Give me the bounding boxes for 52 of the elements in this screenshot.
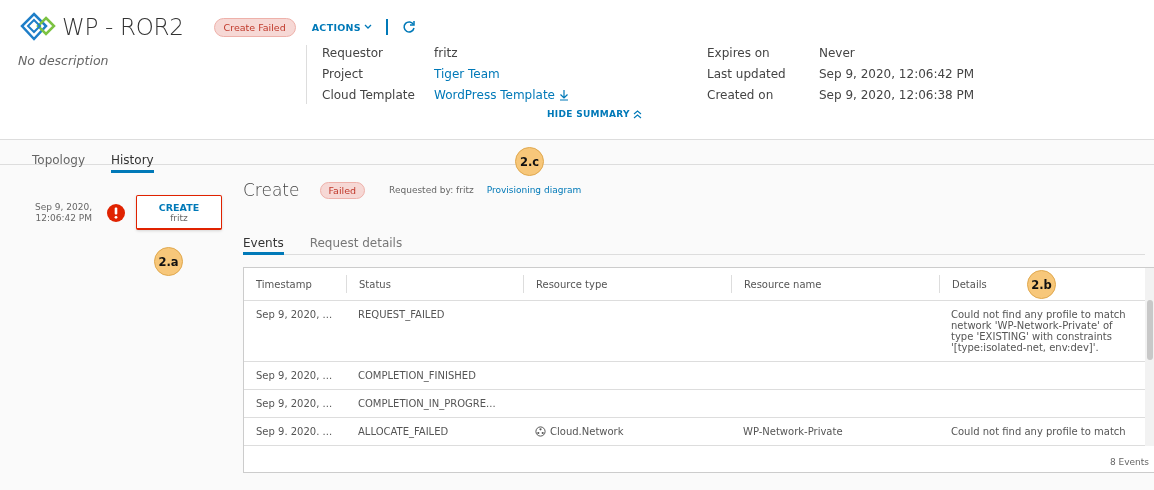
table-cell-text: REQUEST_FAILED xyxy=(357,308,446,323)
summary-value: fritz xyxy=(434,45,458,62)
table-cell: Cloud.Network xyxy=(550,426,624,437)
refresh-icon[interactable] xyxy=(401,20,416,34)
event-card[interactable]: CREATE fritz xyxy=(136,195,222,230)
table-cell-text: Sep 9, 2020, ... xyxy=(255,308,334,322)
event-count: 8 Events xyxy=(1109,457,1149,467)
annotation-badge: 2.b xyxy=(1027,270,1056,299)
annotation-badge: 2.c xyxy=(515,147,544,176)
table-cell-text: Sep 9, 2020, ... xyxy=(255,369,334,383)
summary-label: Last updated xyxy=(707,66,786,83)
table-cell-text: COMPLETION_IN_PROGRE... xyxy=(357,397,497,412)
table-cell-text: Sep 9. 2020. ... xyxy=(255,425,334,439)
status-badge: Failed xyxy=(319,181,366,199)
actions-menu-button[interactable]: ACTIONS xyxy=(311,21,372,33)
table-cell-text: Sep 9, 2020, ... xyxy=(255,397,334,411)
caret-icon xyxy=(364,24,372,30)
tab[interactable]: History xyxy=(111,149,154,173)
summary-label: Project xyxy=(322,66,364,83)
provisioning-diagram-link[interactable]: Provisioning diagram xyxy=(486,185,582,195)
summary-value: Never xyxy=(819,45,855,62)
table-cell-text: Could not find any profile to match xyxy=(950,425,1127,439)
download-icon[interactable] xyxy=(558,89,569,101)
summary-link[interactable]: Tiger Team xyxy=(434,66,500,83)
hide-summary-button[interactable]: HIDE SUMMARY xyxy=(547,109,642,119)
status-badge: Create Failed xyxy=(213,17,296,37)
summary-value: Sep 9, 2020, 12:06:42 PM xyxy=(819,66,975,83)
tab[interactable]: Request details xyxy=(309,233,403,255)
description-text: No description xyxy=(17,52,110,67)
column-header[interactable]: Status xyxy=(346,275,523,293)
summary-label: Expires on xyxy=(707,45,770,62)
table-cell-text: WP-Network-Private xyxy=(742,425,844,439)
table-cell-text: ALLOCATE_FAILED xyxy=(357,425,450,440)
request-title: Create xyxy=(243,180,300,200)
event-date: Sep 9, 2020, 12:06:42 PM xyxy=(33,201,92,224)
tab[interactable]: Events xyxy=(243,233,284,255)
annotation-badge: 2.a xyxy=(154,247,183,276)
column-header[interactable]: Resource name xyxy=(731,275,939,293)
summary-label: Requestor xyxy=(322,45,384,62)
summary-label: Cloud Template xyxy=(322,87,415,104)
scrollbar[interactable] xyxy=(1145,268,1154,446)
double-chevron-up-icon xyxy=(632,109,642,119)
summary-value: Sep 9, 2020, 12:06:38 PM xyxy=(819,87,975,104)
column-header[interactable]: Timestamp xyxy=(244,275,346,293)
summary-label: Created on xyxy=(707,87,774,104)
requested-by-text: Requested by: fritz xyxy=(389,185,474,195)
table-cell-text: COMPLETION_FINISHED xyxy=(357,369,477,384)
summary-link[interactable]: WordPress Template xyxy=(434,87,569,104)
tab[interactable]: Topology xyxy=(32,149,85,173)
column-header[interactable]: Resource type xyxy=(523,275,731,293)
table-cell-text: Could not find any profile to match network 'WP-Network-Private' of type 'EXISTING' with constraints '[type:isolated-net, env:dev]'. xyxy=(950,308,1127,355)
deployment-title: WP - ROR2 xyxy=(62,14,184,40)
